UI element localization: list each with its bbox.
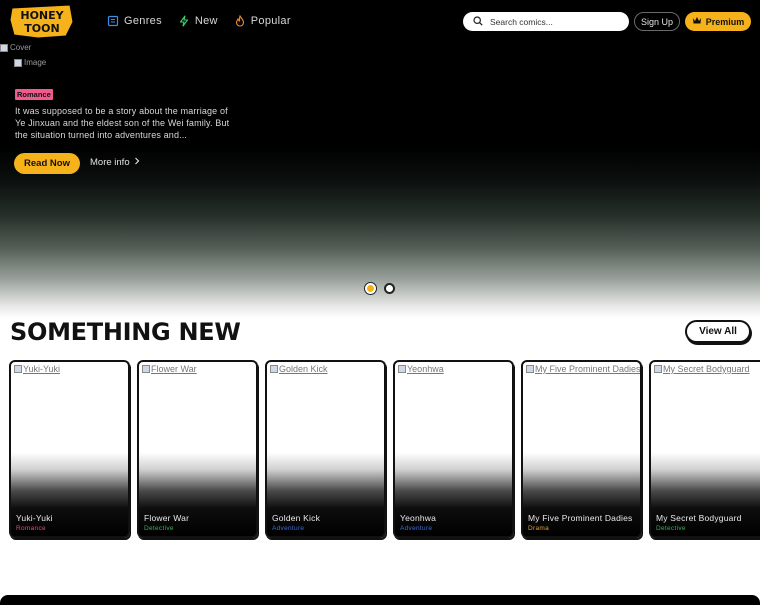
broken-image-icon bbox=[270, 365, 278, 373]
comic-genre: Detective bbox=[656, 525, 686, 532]
view-all-button[interactable]: View All bbox=[685, 320, 751, 343]
hero-cover-alt: Cover bbox=[10, 43, 32, 52]
comic-cover-alt: My Secret Bodyguard bbox=[663, 364, 750, 374]
book-icon bbox=[107, 15, 119, 27]
comic-genre: Romance bbox=[16, 525, 46, 532]
comic-card[interactable]: Flower War Flower War Detective bbox=[137, 360, 258, 538]
comic-card[interactable]: Golden Kick Golden Kick Adventure bbox=[265, 360, 386, 538]
bolt-icon bbox=[178, 15, 190, 27]
hero-title-image: Image bbox=[14, 58, 46, 67]
hero-description: It was supposed to be a story about the … bbox=[15, 106, 230, 140]
carousel-dot-2[interactable] bbox=[384, 283, 395, 294]
logo-text-bottom: TOON bbox=[24, 22, 59, 35]
comic-card[interactable]: Yuki-Yuki Yuki-Yuki Romance bbox=[9, 360, 130, 538]
genre-badge: Romance bbox=[15, 89, 53, 100]
broken-image-icon bbox=[398, 365, 406, 373]
comic-cover-alt: Flower War bbox=[151, 364, 197, 374]
comic-cover-image: My Secret Bodyguard bbox=[654, 364, 760, 374]
nav-new[interactable]: New bbox=[178, 13, 218, 29]
nav-popular-label: Popular bbox=[250, 15, 291, 27]
comic-cover-image: Yuki-Yuki bbox=[14, 364, 128, 374]
top-header: HONEY TOON Genres New Popular Search com… bbox=[0, 0, 760, 42]
comic-genre: Drama bbox=[528, 525, 550, 532]
broken-image-icon bbox=[142, 365, 150, 373]
comic-card[interactable]: My Secret Bodyguard My Secret Bodyguard … bbox=[649, 360, 760, 538]
comic-genre: Adventure bbox=[400, 525, 433, 532]
comic-card[interactable]: Yeonhwa Yeonhwa Adventure bbox=[393, 360, 514, 538]
nav-popular[interactable]: Popular bbox=[234, 13, 291, 29]
comic-cover-alt: My Five Prominent Dadies bbox=[535, 364, 641, 374]
broken-image-icon bbox=[526, 365, 534, 373]
nav-genres-label: Genres bbox=[124, 15, 162, 27]
main-nav: Genres New Popular bbox=[107, 13, 291, 29]
section-title: SOMETHING NEW bbox=[10, 318, 241, 346]
comic-title: Yuki-Yuki bbox=[16, 513, 53, 523]
honeytoon-logo[interactable]: HONEY TOON bbox=[8, 2, 76, 40]
comic-cover-alt: Yeonhwa bbox=[407, 364, 444, 374]
signup-button[interactable]: Sign Up bbox=[634, 12, 680, 31]
footer-edge bbox=[0, 595, 760, 605]
flame-icon bbox=[234, 14, 246, 27]
broken-image-icon bbox=[14, 365, 22, 373]
hero-title-alt: Image bbox=[24, 58, 47, 67]
comic-card[interactable]: My Five Prominent Dadies My Five Promine… bbox=[521, 360, 642, 538]
comic-cover-image: Golden Kick bbox=[270, 364, 384, 374]
comic-genre: Adventure bbox=[272, 525, 305, 532]
hero-cover-image: Cover bbox=[0, 43, 31, 52]
comic-cover-image: Yeonhwa bbox=[398, 364, 512, 374]
read-now-button[interactable]: Read Now bbox=[14, 153, 80, 174]
hero-banner: Cover Image Romance It was supposed to b… bbox=[0, 42, 760, 318]
comic-title: Flower War bbox=[144, 513, 190, 523]
comic-title: Golden Kick bbox=[272, 513, 321, 523]
comic-carousel: Yuki-Yuki Yuki-Yuki Romance Flower War F… bbox=[9, 360, 760, 540]
more-info-link[interactable]: More info bbox=[90, 157, 140, 168]
nav-new-label: New bbox=[194, 15, 218, 27]
search-icon bbox=[473, 13, 483, 31]
nav-genres[interactable]: Genres bbox=[107, 13, 162, 29]
search-bar[interactable] bbox=[463, 12, 629, 31]
crown-icon bbox=[692, 16, 702, 27]
logo-text-top: HONEY bbox=[20, 9, 64, 22]
comic-genre: Detective bbox=[144, 525, 174, 532]
comic-cover-image: Flower War bbox=[142, 364, 256, 374]
comic-title: Yeonhwa bbox=[400, 513, 437, 523]
comic-title: My Five Prominent Dadies bbox=[528, 513, 633, 523]
comic-title: My Secret Bodyguard bbox=[656, 513, 742, 523]
broken-image-icon bbox=[14, 58, 22, 67]
chevron-right-icon bbox=[134, 157, 140, 168]
premium-label: Premium bbox=[705, 16, 745, 27]
comic-cover-alt: Golden Kick bbox=[279, 364, 328, 374]
search-input[interactable] bbox=[490, 16, 620, 27]
broken-image-icon bbox=[654, 365, 662, 373]
premium-button[interactable]: Premium bbox=[685, 12, 751, 31]
more-info-label: More info bbox=[90, 157, 130, 168]
comic-cover-image: My Five Prominent Dadies bbox=[526, 364, 641, 374]
comic-cover-alt: Yuki-Yuki bbox=[23, 364, 61, 374]
carousel-dot-1[interactable] bbox=[365, 283, 376, 294]
carousel-dots bbox=[365, 283, 395, 294]
broken-image-icon bbox=[0, 43, 8, 52]
